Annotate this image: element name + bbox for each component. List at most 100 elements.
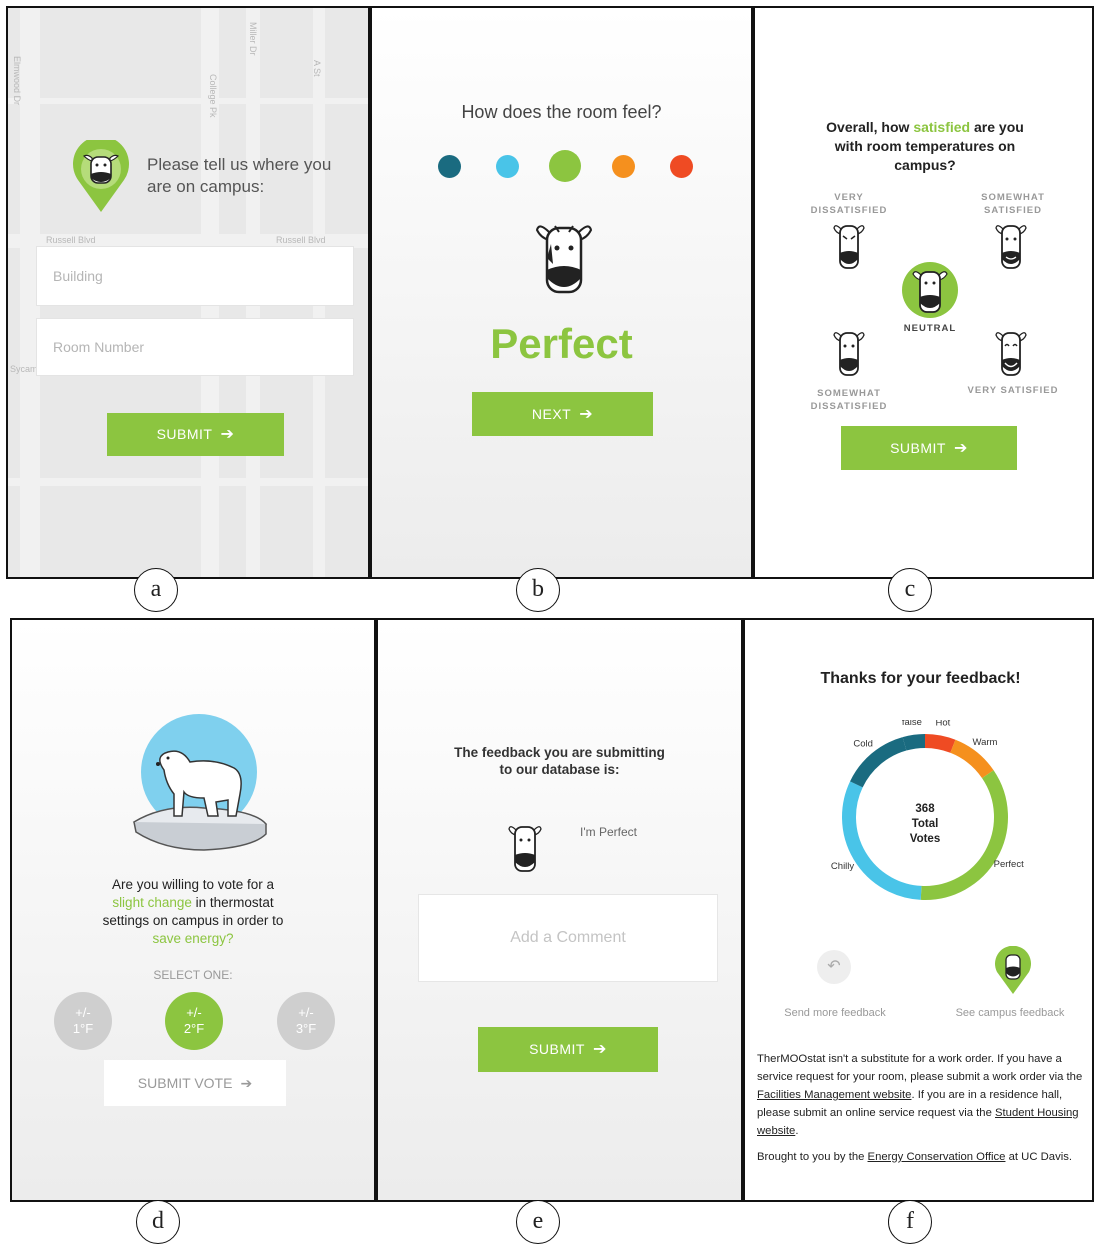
arrow-right-icon: ➔ bbox=[240, 1075, 253, 1091]
map-road bbox=[8, 478, 368, 486]
question-line-3: settings on campus in order to bbox=[102, 913, 284, 928]
location-pin-icon bbox=[73, 140, 129, 212]
arrow-right-icon: ➔ bbox=[220, 426, 235, 443]
arrow-right-icon: ➔ bbox=[592, 1041, 607, 1058]
vote-option-3f[interactable]: +/- 3°F bbox=[277, 992, 335, 1050]
question-start: Overall, how bbox=[826, 119, 914, 135]
panel-label: d bbox=[136, 1200, 180, 1244]
energy-office-link[interactable]: Energy Conservation Office bbox=[868, 1151, 1006, 1163]
question-highlight-slight-change: slight change bbox=[112, 895, 192, 910]
cow-face-icon bbox=[535, 225, 593, 294]
location-pin-icon[interactable] bbox=[993, 946, 1033, 996]
thanks-title: Thanks for your feedback! bbox=[820, 670, 1021, 687]
map-label: College Pk bbox=[208, 74, 218, 118]
feeling-label: Perfect bbox=[490, 320, 633, 367]
heading-line-2: to our database is: bbox=[499, 762, 620, 777]
room-feel-question: How does the room feel? bbox=[461, 102, 662, 122]
panel-location: Elmwood Dr College Pk Miller Dr A St Rus… bbox=[6, 6, 370, 579]
option-somewhat-dissatisfied-label: SOMEWHAT DISSATISFIED bbox=[810, 388, 888, 412]
energy-question: Are you willing to vote for a slight cha… bbox=[12, 876, 374, 948]
question-highlight: satisfied bbox=[913, 119, 971, 135]
donut-label: Cold bbox=[853, 739, 873, 750]
total-votes: 368 Total Votes bbox=[885, 802, 965, 847]
cow-somewhat-satisfied-icon[interactable] bbox=[995, 221, 1027, 271]
submit-label: SUBMIT bbox=[529, 1041, 585, 1057]
feedback-heading: The feedback you are submitting to our d… bbox=[378, 744, 741, 778]
vote-option-pm: +/- bbox=[186, 1005, 202, 1020]
vote-option-value: 3°F bbox=[295, 1021, 317, 1036]
see-campus-feedback-link[interactable]: See campus feedback bbox=[940, 1007, 1080, 1019]
panel-energy-vote: Are you willing to vote for a slight cha… bbox=[10, 618, 376, 1202]
polar-bear-illustration bbox=[132, 714, 268, 851]
vote-option-2f-selected[interactable]: +/- 2°F bbox=[165, 992, 223, 1050]
donut-slice bbox=[924, 734, 956, 753]
map-label: Miller Dr bbox=[248, 22, 258, 56]
feel-scale-dot[interactable] bbox=[495, 154, 519, 178]
feel-scale-dot[interactable] bbox=[669, 154, 693, 178]
panel-label: e bbox=[516, 1200, 560, 1244]
submit-vote-button[interactable]: SUBMIT VOTE ➔ bbox=[104, 1060, 286, 1106]
credit-part: at UC Davis. bbox=[1005, 1151, 1073, 1163]
cow-very-satisfied-icon[interactable] bbox=[995, 328, 1027, 378]
feel-scale bbox=[420, 146, 710, 186]
arrow-right-icon: ➔ bbox=[579, 406, 594, 423]
panel-label: a bbox=[134, 568, 178, 612]
map-road bbox=[8, 98, 368, 104]
vote-option-pm: +/- bbox=[75, 1005, 91, 1020]
donut-slice bbox=[950, 739, 994, 779]
cow-somewhat-dissatisfied-icon[interactable] bbox=[833, 328, 865, 378]
feedback-summary: I'm Perfect bbox=[580, 825, 637, 839]
heading-line-1: The feedback you are submitting bbox=[454, 745, 665, 760]
total-votes-word-2: Votes bbox=[909, 833, 941, 845]
cow-face-icon bbox=[508, 826, 542, 872]
feel-scale-dot[interactable] bbox=[611, 154, 635, 178]
option-very-dissatisfied-label: VERY DISSATISFIED bbox=[810, 192, 888, 216]
submit-vote-label: SUBMIT VOTE bbox=[137, 1075, 233, 1091]
send-more-feedback-link[interactable]: Send more feedback bbox=[765, 1007, 905, 1019]
feel-scale-dot[interactable] bbox=[549, 150, 581, 182]
building-input[interactable]: Building bbox=[36, 246, 354, 306]
room-number-input[interactable]: Room Number bbox=[36, 318, 354, 376]
panel-thanks: Thanks for your feedback! Hot Warm Perfect… bbox=[743, 618, 1094, 1202]
question-line-2: slight change in thermostat bbox=[12, 894, 374, 912]
location-prompt: Please tell us where you are on campus: bbox=[147, 155, 332, 196]
panel-feedback-review: The feedback you are submitting to our d… bbox=[376, 618, 743, 1202]
donut-label: false bbox=[902, 720, 922, 728]
donut-label: Hot bbox=[936, 720, 951, 729]
cow-neutral-selected-icon[interactable] bbox=[901, 261, 959, 319]
question-line-1: Are you willing to vote for a bbox=[111, 877, 275, 892]
next-button[interactable]: NEXT ➔ bbox=[472, 392, 653, 436]
option-very-satisfied-label: VERY SATISFIED bbox=[967, 385, 1059, 396]
donut-label: Warm bbox=[972, 737, 997, 748]
vote-option-value: 2°F bbox=[183, 1021, 205, 1036]
map-label: Russell Blvd bbox=[46, 235, 96, 245]
vote-option-1f[interactable]: +/- 1°F bbox=[54, 992, 112, 1050]
question-line-2-rest: in thermostat bbox=[191, 895, 274, 910]
map-label: Russell Blvd bbox=[276, 235, 326, 245]
donut-slice bbox=[850, 737, 907, 788]
undo-arrow-icon[interactable]: ↶ bbox=[817, 950, 851, 984]
cow-very-dissatisfied-icon[interactable] bbox=[833, 221, 865, 271]
panel-label: f bbox=[888, 1200, 932, 1244]
satisfaction-question: Overall, how satisfied are you with room… bbox=[815, 118, 1035, 175]
submit-button[interactable]: SUBMIT ➔ bbox=[841, 426, 1017, 470]
select-one-label: SELECT ONE: bbox=[153, 968, 233, 982]
credit-text: Brought to you by the Energy Conservatio… bbox=[757, 1148, 1089, 1166]
question-highlight-save-energy: save energy? bbox=[152, 931, 234, 946]
panel-label: c bbox=[888, 568, 932, 612]
feel-scale-dot[interactable] bbox=[437, 154, 461, 178]
panel-room-feel: How does the room feel? Perfect NEXT ➔ bbox=[370, 6, 753, 579]
comment-input[interactable]: Add a Comment bbox=[418, 894, 718, 982]
option-somewhat-satisfied-label: SOMEWHAT SATISFIED bbox=[981, 192, 1045, 216]
disclaimer-part: TherMOOstat isn't a substitute for a wor… bbox=[757, 1053, 1083, 1083]
donut-label: Chilly bbox=[831, 861, 854, 872]
arrow-right-icon: ➔ bbox=[953, 440, 968, 457]
total-votes-word-1: Total bbox=[911, 818, 939, 830]
submit-label: SUBMIT bbox=[890, 440, 946, 456]
map-label: Elmwood Dr bbox=[12, 56, 22, 106]
submit-button[interactable]: SUBMIT ➔ bbox=[107, 413, 284, 456]
submit-button[interactable]: SUBMIT ➔ bbox=[478, 1027, 658, 1072]
disclaimer-text: TherMOOstat isn't a substitute for a wor… bbox=[757, 1050, 1089, 1140]
facilities-link[interactable]: Facilities Management website bbox=[757, 1089, 911, 1101]
option-neutral-label: NEUTRAL bbox=[903, 323, 957, 334]
